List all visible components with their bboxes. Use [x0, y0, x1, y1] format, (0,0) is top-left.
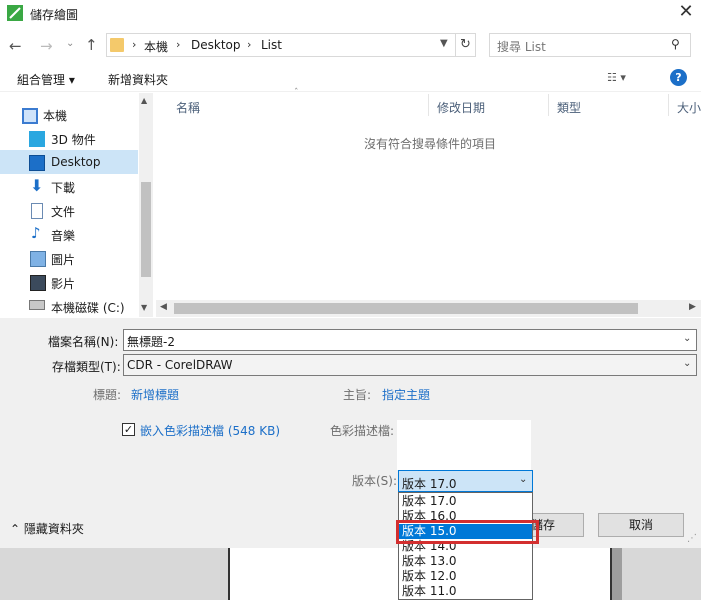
organize-button[interactable]: 組合管理 ▾	[17, 71, 75, 88]
window-title: 儲存繪圖	[30, 8, 79, 22]
column-divider[interactable]	[668, 94, 669, 116]
sidebar-item-label: 本機	[43, 109, 68, 123]
desktop-icon	[29, 155, 45, 171]
picture-icon	[30, 251, 46, 267]
chevron-right-icon: ›	[247, 38, 252, 51]
column-header-date[interactable]: 修改日期	[437, 99, 485, 116]
chevron-up-icon: ⌃	[10, 522, 24, 536]
filetype-value[interactable]: CDR - CorelDRAW	[127, 358, 233, 372]
refresh-icon[interactable]: ↻	[455, 34, 475, 56]
color-profile-label: 色彩描述檔:	[330, 424, 395, 438]
close-button[interactable]: ✕	[672, 2, 700, 24]
chevron-down-icon[interactable]: ⌄	[683, 358, 691, 369]
column-header-name[interactable]: 名稱	[176, 99, 200, 116]
new-folder-button[interactable]: 新增資料夾	[108, 71, 168, 88]
sidebar-item-label: 下載	[51, 181, 76, 195]
resize-grip-icon[interactable]: ⋰	[687, 533, 697, 544]
chevron-down-icon[interactable]: ▼	[440, 38, 448, 49]
back-button[interactable]: ←	[9, 37, 22, 55]
version-option[interactable]: 版本 17.0	[402, 494, 528, 509]
sort-indicator-icon: ˆ	[294, 88, 299, 98]
scroll-down-icon[interactable]: ▼	[141, 303, 147, 312]
cube-icon	[29, 131, 45, 147]
hide-folders-label: 隱藏資料夾	[23, 522, 84, 536]
drive-icon	[29, 300, 45, 310]
sidebar-item-label: 音樂	[51, 229, 76, 243]
filetype-label: 存檔類型(T):	[52, 360, 121, 374]
computer-icon	[22, 108, 38, 124]
search-placeholder: 搜尋 List	[497, 40, 546, 54]
sidebar-item-label: 圖片	[51, 253, 76, 267]
toolbar	[0, 64, 701, 92]
forward-button[interactable]: →	[40, 37, 53, 55]
recent-locations-icon[interactable]: ⌄	[66, 38, 74, 49]
sidebar-item-this-pc[interactable]	[0, 104, 138, 128]
version-label: 版本(S):	[352, 474, 398, 488]
sidebar-item-label: Desktop	[51, 155, 101, 169]
chevron-down-icon[interactable]: ⌄	[519, 474, 527, 485]
chevron-down-icon[interactable]: ⌄	[683, 333, 691, 344]
hide-folders-toggle[interactable]: ⌃ 隱藏資料夾	[10, 520, 84, 537]
filename-value[interactable]: 無標題-2	[127, 333, 175, 350]
highlight-callout-frame	[396, 520, 539, 544]
sidebar-item-label: 影片	[51, 277, 76, 291]
version-value[interactable]: 版本 17.0	[402, 475, 457, 492]
download-icon: ⬇	[30, 176, 44, 195]
view-options-icon[interactable]: ☷ ▾	[607, 71, 626, 84]
scroll-up-icon[interactable]: ▲	[141, 96, 147, 105]
add-tags-link[interactable]: 新增標題	[131, 386, 179, 403]
breadcrumb-desktop[interactable]: Desktop	[191, 38, 241, 52]
video-icon	[30, 275, 46, 291]
coreldraw-app-icon	[7, 5, 23, 21]
version-option[interactable]: 版本 11.0	[402, 584, 528, 599]
breadcrumb-this-pc[interactable]: 本機	[144, 38, 168, 55]
document-icon	[31, 203, 43, 219]
sidebar-item-label: 本機磁碟 (C:)	[51, 301, 125, 315]
embed-profile-label[interactable]: 嵌入色彩描述檔 (548 KB)	[140, 422, 280, 439]
embed-profile-checkbox[interactable]: ✓	[122, 423, 135, 436]
sidebar-item-label: 文件	[51, 205, 76, 219]
column-header-size[interactable]: 大小	[677, 99, 701, 116]
column-divider[interactable]	[428, 94, 429, 116]
color-profile-preview	[397, 420, 531, 470]
help-button[interactable]: ?	[670, 69, 687, 86]
subject-label: 主旨:	[343, 388, 372, 402]
background-scrollbar	[612, 548, 622, 600]
sidebar-scrollbar-thumb[interactable]	[141, 182, 151, 277]
scroll-right-icon[interactable]: ▶	[689, 302, 696, 312]
tags-label: 標題:	[93, 388, 122, 402]
column-divider[interactable]	[548, 94, 549, 116]
breadcrumb-list[interactable]: List	[261, 38, 282, 52]
empty-list-message: 沒有符合搜尋條件的項目	[364, 137, 497, 151]
search-icon[interactable]: ⚲	[671, 37, 680, 51]
filename-field[interactable]	[123, 329, 697, 351]
music-icon: ♪	[31, 224, 41, 242]
sidebar-item-label: 3D 物件	[51, 133, 96, 147]
version-option[interactable]: 版本 13.0	[402, 554, 528, 569]
scroll-left-icon[interactable]: ◀	[160, 302, 167, 312]
filename-label: 檔案名稱(N):	[48, 335, 119, 349]
version-option[interactable]: 版本 12.0	[402, 569, 528, 584]
chevron-right-icon: ›	[176, 38, 181, 51]
set-subject-link[interactable]: 指定主題	[382, 386, 430, 403]
chevron-right-icon: ›	[132, 38, 137, 51]
up-folder-button[interactable]: ↑	[85, 36, 98, 54]
cancel-button[interactable]: 取消	[598, 513, 684, 537]
file-list-scrollbar-thumb[interactable]	[174, 303, 638, 314]
title-bar	[0, 0, 701, 28]
column-header-type[interactable]: 類型	[557, 99, 581, 116]
folder-icon	[110, 38, 124, 52]
